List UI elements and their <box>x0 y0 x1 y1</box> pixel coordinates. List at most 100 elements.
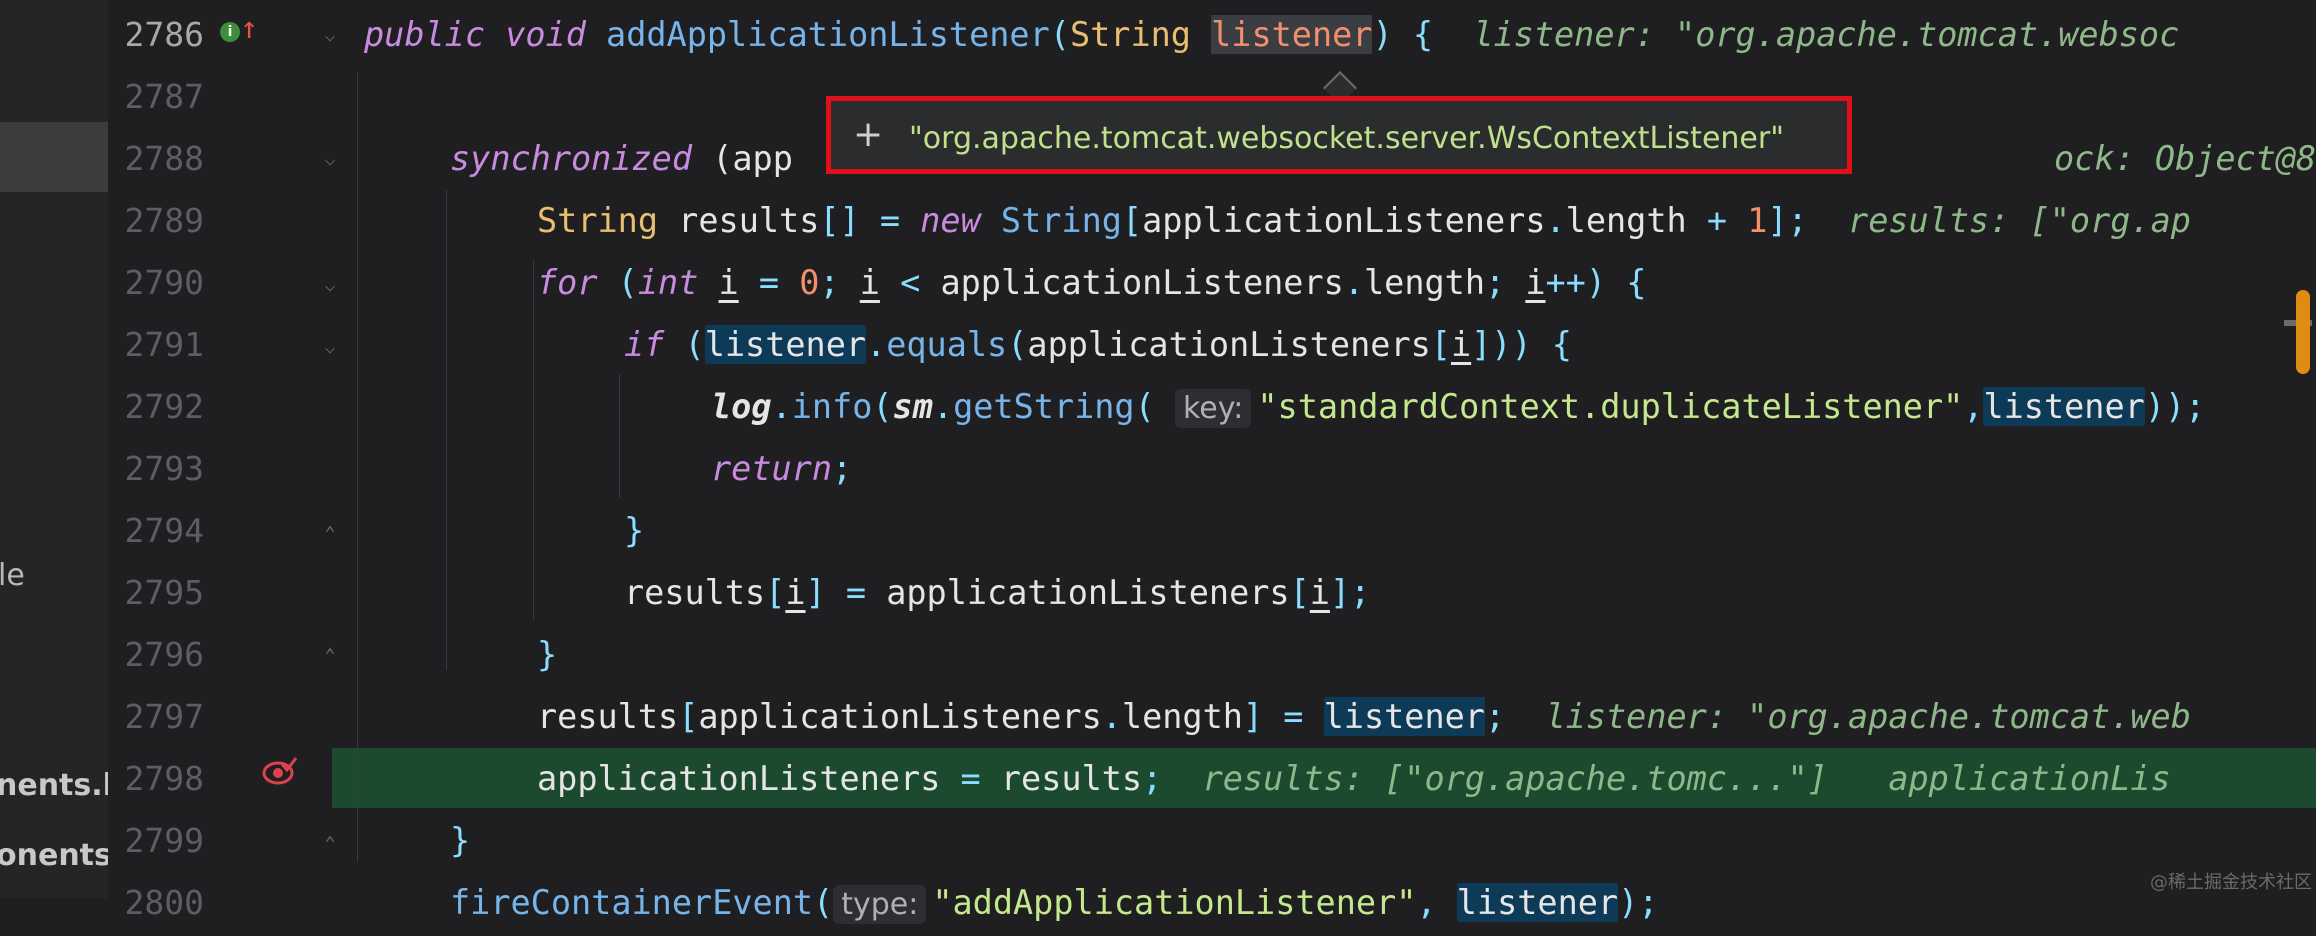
variable: i <box>1450 325 1472 364</box>
punct: ++) { <box>1545 263 1647 302</box>
variable: i <box>785 573 806 612</box>
highlighted-usage[interactable]: listener <box>1456 883 1619 922</box>
project-selected-row[interactable] <box>0 122 108 192</box>
debug-inline-value[interactable]: ock: Object@8269 <box>2054 139 2316 178</box>
line-number[interactable]: 2789 <box>112 190 204 252</box>
keyword: new <box>920 201 981 240</box>
punct: [ <box>765 573 786 612</box>
highlighted-usage[interactable]: listener <box>1323 697 1485 736</box>
line-number[interactable]: 2799 <box>112 810 204 872</box>
debug-inline-value[interactable]: results: ["org.ap <box>1848 201 2191 240</box>
highlighted-usage[interactable]: listener <box>1983 387 2145 426</box>
implementation-marker-icon[interactable]: i <box>220 22 240 42</box>
punct: [] <box>819 201 880 240</box>
fold-icon[interactable]: ⌵ <box>320 276 340 296</box>
param-listener[interactable]: listener <box>1211 15 1373 54</box>
parameter-hint: type: <box>833 885 927 924</box>
punct: ; <box>1142 759 1163 798</box>
punct: [ <box>678 697 699 736</box>
code-line-2788[interactable]: synchronized (app <box>450 128 793 190</box>
field: applicationListeners <box>537 759 941 798</box>
punct: . <box>866 325 887 364</box>
punct: . <box>1343 263 1364 302</box>
punct: ( <box>813 883 834 922</box>
debug-inline-value[interactable]: results: ["org.apache.tomc..."] <box>1203 759 1828 798</box>
scrollbar-thumb[interactable] <box>2296 290 2310 374</box>
parameter-hint: key: <box>1174 389 1252 428</box>
line-number[interactable]: 2798 <box>112 748 204 810</box>
field: applicationListeners <box>886 573 1290 612</box>
code-line-2792[interactable]: log.info(sm.getString( key: "standardCont… <box>711 376 2205 440</box>
fold-icon[interactable]: ⌵ <box>320 338 340 358</box>
brace: } <box>624 511 645 550</box>
fold-icon[interactable]: ⌃ <box>320 524 340 544</box>
variable: results <box>1000 759 1143 798</box>
variable: i <box>1525 263 1546 302</box>
punct: )); <box>2144 387 2206 426</box>
line-number[interactable]: 2787 <box>112 66 204 128</box>
code-line-2795[interactable]: results[i] = applicationListeners[i]; <box>624 562 1370 624</box>
line-number[interactable]: 2791 <box>112 314 204 376</box>
code-text: (app <box>692 139 793 178</box>
line-number[interactable]: 2786 <box>112 4 204 66</box>
punct: ( <box>1049 15 1070 54</box>
code-line-2789[interactable]: String results[] = new String[applicatio… <box>537 190 2191 252</box>
line-number[interactable]: 2793 <box>112 438 204 500</box>
variable: results <box>537 697 679 736</box>
breakpoint-icon[interactable] <box>262 756 298 790</box>
line-number[interactable]: 2790 <box>112 252 204 314</box>
method-name: info <box>791 387 873 426</box>
project-item-fragment[interactable]: le <box>0 558 25 593</box>
fold-icon[interactable]: ⌵ <box>320 26 340 46</box>
code-line-2796[interactable]: } <box>537 624 557 686</box>
code-line-2800[interactable]: fireContainerEvent(type: "addApplicationL… <box>450 872 1658 936</box>
tooltip-value[interactable]: "org.apache.tomcat.websocket.server.WsCo… <box>909 121 1784 156</box>
code-line-2799[interactable]: } <box>450 810 470 872</box>
debug-inline-value[interactable]: listener: "org.apache.tomcat.web <box>1545 697 2190 736</box>
debug-inline-value-2788[interactable]: ock: Object@8269 <box>2054 128 2316 190</box>
line-number[interactable]: 2794 <box>112 500 204 562</box>
field: length <box>1363 263 1485 302</box>
operator: = <box>940 759 1001 798</box>
debug-inline-value[interactable]: applicationLis <box>1888 759 2170 798</box>
fold-icon[interactable]: ⌵ <box>320 150 340 170</box>
line-number[interactable]: 2792 <box>112 376 204 438</box>
fold-icon[interactable]: ⌃ <box>320 834 340 854</box>
punct: [ <box>1121 201 1143 240</box>
code-line-2798[interactable]: applicationListeners = results; results:… <box>537 748 2171 810</box>
variable: i <box>718 263 739 302</box>
type-name: String <box>537 201 659 240</box>
punct: . <box>1101 697 1122 736</box>
method-name: equals <box>886 325 1008 364</box>
code-line-2793[interactable]: return; <box>711 438 852 500</box>
project-item-fragment[interactable]: nents.k <box>0 768 108 803</box>
line-number[interactable]: 2796 <box>112 624 204 686</box>
line-number[interactable]: 2797 <box>112 686 204 748</box>
code-line-2790[interactable]: for (int i = 0; i < applicationListeners… <box>537 252 1646 314</box>
punct: ( <box>1007 325 1028 364</box>
debug-inline-value[interactable]: listener: "org.apache.tomcat.websoc <box>1473 15 2179 54</box>
project-item-fragment[interactable]: onents. <box>0 838 108 873</box>
operator: + <box>1706 201 1748 240</box>
code-line-2786[interactable]: public void addApplicationListener(Strin… <box>364 4 2179 66</box>
highlighted-usage[interactable]: listener <box>704 325 867 364</box>
expand-plus-icon[interactable]: + <box>853 117 883 153</box>
punct: ]; <box>1329 573 1371 612</box>
line-number[interactable]: 2800 <box>112 872 204 934</box>
keyword: void <box>505 15 586 54</box>
punct: ; <box>1484 697 1506 736</box>
number: 1 <box>1747 201 1768 240</box>
line-number[interactable]: 2788 <box>112 128 204 190</box>
override-arrow-icon[interactable]: ↑ <box>240 14 258 44</box>
fold-icon[interactable]: ⌃ <box>320 646 340 666</box>
keyword: for <box>537 263 598 302</box>
code-line-2794[interactable]: } <box>624 500 644 562</box>
code-line-2791[interactable]: if (listener.equals(applicationListeners… <box>624 314 1572 376</box>
line-number[interactable]: 2795 <box>112 562 204 624</box>
type-name: String <box>980 201 1122 240</box>
punct: ]; <box>1767 201 1808 240</box>
punct: . <box>932 387 954 426</box>
debug-value-tooltip[interactable]: + "org.apache.tomcat.websocket.server.Ws… <box>826 96 1852 174</box>
punct: . <box>1545 201 1566 240</box>
code-line-2797[interactable]: results[applicationListeners.length] = l… <box>537 686 2191 748</box>
